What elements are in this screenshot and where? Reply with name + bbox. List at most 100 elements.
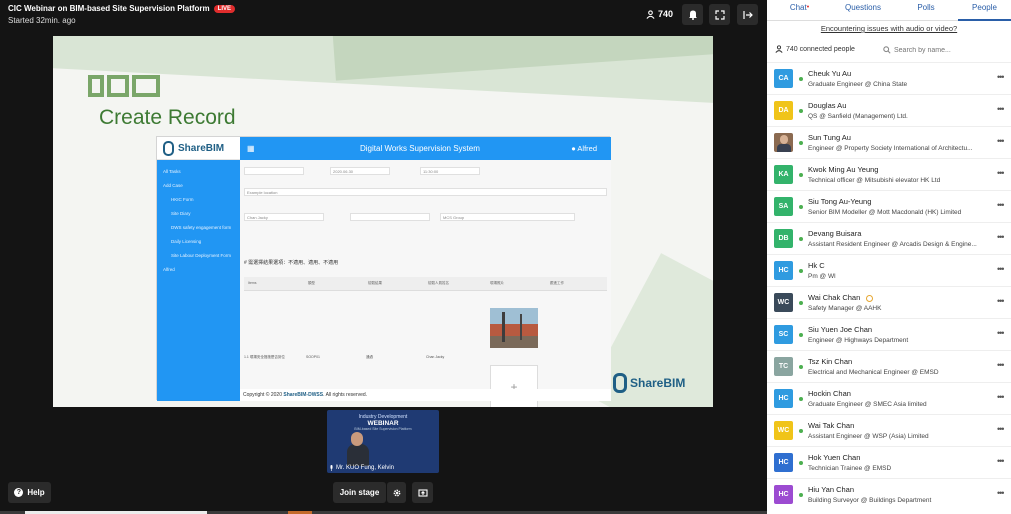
person-title: Electrical and Mechanical Engineer (808, 369, 910, 376)
person-role: Technical officer @ Mitsubishi elevator … (808, 177, 996, 184)
person-row[interactable]: TC Tsz Kin Chan Electrical and Mechanical … (767, 350, 1011, 382)
person-title: Engineer (808, 145, 835, 152)
panel-tabs: Chat• Questions Polls People (767, 0, 1011, 21)
more-options-icon[interactable]: ••• (997, 72, 1005, 82)
app-grid-col: 跟進工作 (550, 281, 564, 285)
expand-icon (714, 9, 725, 20)
person-role: Pm @ Wl (808, 273, 996, 280)
tab-people[interactable]: People (958, 0, 1011, 21)
app-field: Chan Jacky (244, 213, 324, 221)
avatar: HC (774, 453, 793, 472)
speaker-video[interactable]: Industry Development WEBINAR BIM-based S… (327, 410, 439, 473)
person-name-text: Sun Tung Au (808, 133, 851, 142)
at-icon: @ (834, 145, 845, 152)
person-row[interactable]: SA Siu Tong Au-Yeung Senior BIM Modeller @… (767, 190, 1011, 222)
person-row[interactable]: DA Douglas Au QS @ Sanfield (Management) L… (767, 94, 1011, 126)
person-name: Hockin Chan (808, 389, 851, 398)
app-brand-text: ShareBIM (178, 142, 225, 154)
online-status-icon (799, 269, 803, 273)
person-row[interactable]: HC Hiu Yan Chan Building Surveyor @ Buildi… (767, 478, 1011, 510)
speaker-banner: Industry Development WEBINAR BIM-based S… (337, 414, 429, 431)
chat-unread-badge: • (806, 4, 810, 11)
more-options-icon[interactable]: ••• (997, 328, 1005, 338)
more-options-icon[interactable]: ••• (997, 360, 1005, 370)
avatar (774, 133, 793, 152)
app-field: MCS Group (440, 213, 575, 221)
search-input[interactable] (894, 46, 994, 54)
join-stage-button[interactable]: Join stage (333, 482, 386, 503)
help-button[interactable]: ? Help (8, 482, 51, 503)
person-name-text: Wai Chak Chan (808, 293, 861, 302)
viewer-count[interactable]: 740 (646, 9, 673, 19)
avatar: DA (774, 101, 793, 120)
notifications-button[interactable] (682, 4, 703, 25)
person-name-text: Douglas Au (808, 101, 847, 110)
person-name-text: Hiu Yan Chan (808, 485, 855, 494)
more-options-icon[interactable]: ••• (997, 264, 1005, 274)
app-cell: SOOP01 (306, 355, 321, 359)
person-row[interactable]: SC Siu Yuen Joe Chan Engineer @ Highways D… (767, 318, 1011, 350)
fullscreen-button[interactable] (709, 4, 730, 25)
app-grid-col: 現場照片 (490, 281, 504, 285)
app-user-name: Alfred (577, 144, 597, 153)
side-panel: Chat• Questions Polls People Encounterin… (767, 0, 1011, 514)
tab-questions[interactable]: Questions (832, 0, 894, 21)
tab-chat[interactable]: Chat• (767, 0, 832, 21)
person-row[interactable]: WC Wai Chak Chan Safety Manager @ AAHK ••• (767, 286, 1011, 318)
person-title: Safety Manager (808, 305, 854, 312)
person-org: Property Society International of Archit… (844, 145, 973, 152)
app-note: # 需選擇結果選項：不適用、適用、不適用 (244, 260, 339, 266)
help-label: Help (27, 488, 45, 497)
avatar: HC (774, 261, 793, 280)
more-options-icon[interactable]: ••• (997, 168, 1005, 178)
person-row[interactable]: WC Wai Tak Chan Assistant Engineer @ WSP (… (767, 414, 1011, 446)
live-badge: LIVE (213, 4, 236, 13)
person-row[interactable]: HC Hk C Pm @ Wl ••• (767, 254, 1011, 286)
app-grid-icon: ▦ (247, 144, 255, 153)
person-name: Kwok Ming Au Yeung (808, 165, 878, 174)
avatar: HC (774, 389, 793, 408)
app-menu-item: HKIC Form (171, 197, 194, 202)
more-options-icon[interactable]: ••• (997, 232, 1005, 242)
app-brand: ShareBIM (157, 137, 240, 160)
people-search[interactable] (883, 44, 1001, 56)
more-options-icon[interactable]: ••• (997, 296, 1005, 306)
leave-button[interactable] (737, 4, 758, 25)
more-options-icon[interactable]: ••• (997, 104, 1005, 114)
more-options-icon[interactable]: ••• (997, 424, 1005, 434)
person-org: Buildings Department (869, 497, 932, 504)
person-title: Engineer (808, 337, 835, 344)
more-options-icon[interactable]: ••• (997, 456, 1005, 466)
person-role: Building Surveyor @ Buildings Department (808, 497, 996, 504)
person-role: QS @ Sanfield (Management) Ltd. (808, 113, 996, 120)
person-row[interactable]: Sun Tung Au Engineer @ Property Society I… (767, 126, 1011, 158)
share-screen-button[interactable] (412, 482, 433, 503)
slide-logo (88, 75, 162, 99)
person-org: WSP (Asia) Limited (872, 433, 929, 440)
person-row[interactable]: HC Hok Yuen Chan Technician Trainee @ EMSD… (767, 446, 1011, 478)
app-sidebar: ShareBIM All Tasks Add Case HKIC Form Si… (157, 137, 240, 401)
person-row[interactable]: DB Devang Buisara Assistant Resident Engin… (767, 222, 1011, 254)
webinar-app: CIC Webinar on BIM-based Site Supervisio… (0, 0, 1011, 514)
person-name: Cheuk Yu Au (808, 69, 851, 78)
person-role: Senior BIM Modeller @ Mott Macdonald (HK… (808, 209, 996, 216)
at-icon: @ (834, 337, 845, 344)
person-org: AAHK (863, 305, 882, 312)
person-row[interactable]: CA Cheuk Yu Au Graduate Engineer @ China S… (767, 62, 1011, 94)
more-options-icon[interactable]: ••• (997, 200, 1005, 210)
settings-button[interactable] (387, 482, 406, 503)
online-status-icon (799, 237, 803, 241)
event-title-text: CIC Webinar on BIM-based Site Supervisio… (8, 4, 210, 13)
person-row[interactable]: HC Hockin Chan Graduate Engineer @ SMEC As… (767, 382, 1011, 414)
app-field: 2020.06.30 (330, 167, 390, 175)
person-name-text: Siu Yuen Joe Chan (808, 325, 873, 334)
more-options-icon[interactable]: ••• (997, 392, 1005, 402)
av-issues-link[interactable]: Encountering issues with audio or video? (767, 24, 1011, 33)
more-options-icon[interactable]: ••• (997, 136, 1005, 146)
more-options-icon[interactable]: ••• (997, 488, 1005, 498)
banner-main: WEBINAR (367, 420, 399, 427)
tab-polls[interactable]: Polls (894, 0, 958, 21)
person-row[interactable]: KA Kwok Ming Au Yeung Technical officer @ … (767, 158, 1011, 190)
app-field (244, 167, 304, 175)
app-menu-item: All Tasks (163, 169, 181, 174)
